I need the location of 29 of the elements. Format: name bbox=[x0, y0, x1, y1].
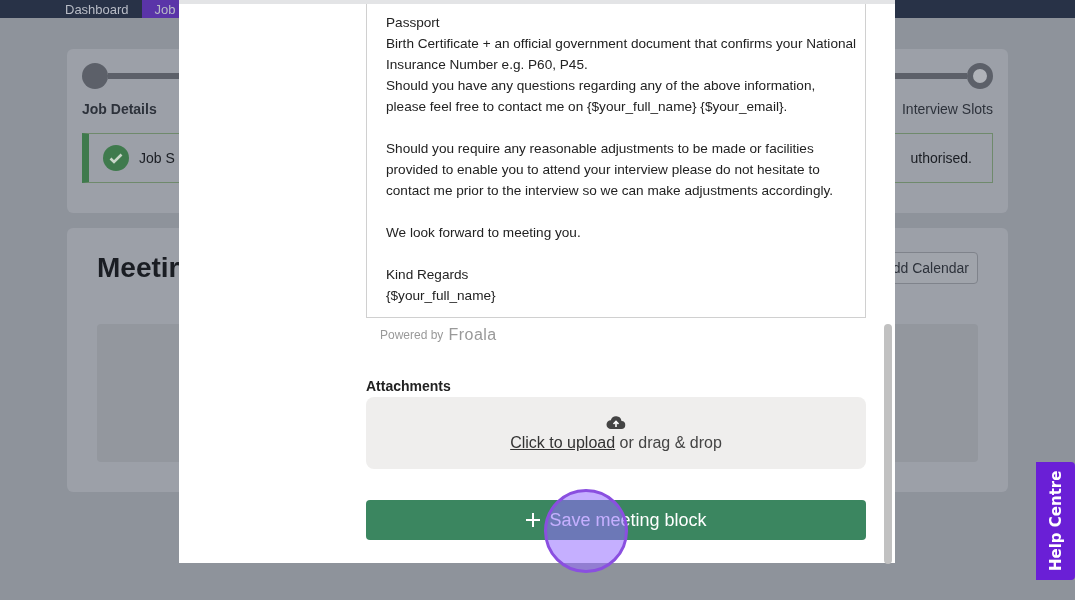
alert-text: Job S bbox=[139, 150, 175, 166]
message-line: provided to enable you to attend your interview please do not hesitate to bbox=[386, 161, 821, 179]
message-line: Kind Regards bbox=[386, 266, 470, 284]
message-line: please feel free to contact me on {$your_full_name} {$your_email}. bbox=[386, 98, 789, 116]
message-line: Should you require any reasonable adjustments to be made or facilities bbox=[386, 140, 815, 158]
message-line: Insurance Number e.g. P60, P45. bbox=[386, 56, 589, 74]
plus-icon bbox=[525, 512, 542, 528]
powered-by-text: Powered by bbox=[380, 328, 444, 342]
alert-text: uthorised. bbox=[910, 150, 972, 166]
message-line: We look forward to meeting you. bbox=[386, 224, 582, 242]
cloud-upload-icon bbox=[606, 414, 626, 430]
froala-logo: Froala bbox=[448, 326, 497, 344]
upload-dropzone[interactable]: Click to upload or drag & drop bbox=[366, 397, 866, 469]
step-label: Interview Slots bbox=[901, 101, 993, 117]
scrollbar-thumb[interactable] bbox=[884, 324, 892, 564]
attachments-label: Attachments bbox=[366, 378, 452, 394]
message-line: Passport bbox=[386, 14, 441, 32]
meetings-title: Meetir bbox=[97, 252, 180, 284]
upload-link[interactable]: Click to upload bbox=[510, 434, 616, 451]
help-centre-button[interactable]: Help Centre bbox=[1036, 462, 1075, 580]
check-icon bbox=[103, 145, 129, 171]
message-editor[interactable] bbox=[366, 4, 866, 318]
step-label: Job Details bbox=[82, 101, 157, 117]
message-line: {$your_full_name} bbox=[386, 287, 497, 305]
upload-instructions: Click to upload or drag & drop bbox=[510, 434, 722, 452]
message-line: Should you have any questions regarding any of the above information, bbox=[386, 77, 817, 95]
message-line: Birth Certificate + an official government document that confirms your National bbox=[386, 35, 858, 53]
message-line: contact me prior to the interview so we can make adjustments accordingly. bbox=[386, 182, 835, 200]
nav-tab[interactable]: Dashboard bbox=[52, 0, 142, 18]
